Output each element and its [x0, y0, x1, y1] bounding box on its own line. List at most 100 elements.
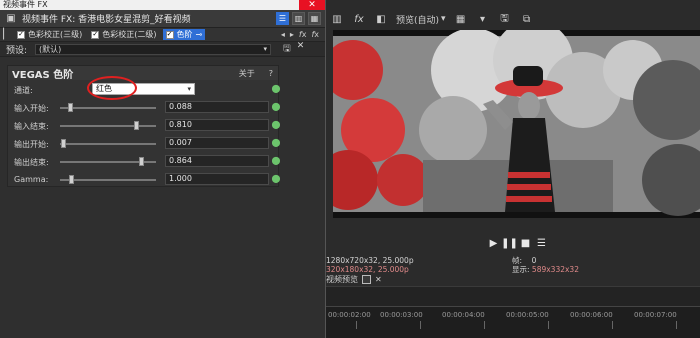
video-preview-tab[interactable]: 视频预览 ✕ — [326, 274, 382, 285]
help-button[interactable]: ? — [269, 69, 273, 78]
checkbox-icon[interactable]: ✓ — [165, 30, 174, 39]
tick-label: 00:00:03:00 — [380, 311, 423, 319]
window-titlebar[interactable]: 视频事件 FX ✕ — [0, 0, 325, 10]
video-event-fx-window: 视频事件 FX ✕ ▣ 视频事件 FX: 香港电影女星混剪_好看视频 ☰ ▥ ▦… — [0, 0, 326, 338]
close-icon[interactable]: ✕ — [375, 275, 382, 284]
frame-label: 帧: — [512, 256, 523, 265]
video-preview — [333, 30, 700, 218]
preset-value: (默认) — [39, 44, 62, 54]
slider-thumb[interactable] — [68, 103, 73, 112]
param-slider[interactable] — [60, 175, 156, 184]
split-screen-icon[interactable]: ◧ — [374, 12, 388, 26]
preview-quality-label: 预览(自动) — [396, 15, 440, 26]
chevron-down-icon: ▾ — [187, 85, 191, 93]
copy-snapshot-icon[interactable]: ⧉ — [520, 12, 534, 26]
tick-mark — [676, 321, 677, 329]
keyframe-icon[interactable]: ⬤ — [271, 102, 281, 112]
preview-info-right: 帧: 0 显示: 589x332x32 — [512, 256, 579, 274]
slider-thumb[interactable] — [69, 175, 74, 184]
frame-value: 0 — [531, 256, 537, 265]
slider-thumb[interactable] — [134, 121, 139, 130]
save-preset-icon[interactable]: 🖫 — [283, 41, 291, 57]
remove-fx-icon[interactable]: fx — [311, 30, 319, 39]
param-value-field[interactable]: 0.810 — [165, 119, 269, 131]
param-label: 输入开始: — [14, 104, 49, 113]
grid-icon[interactable]: ▦ — [454, 12, 468, 26]
window-title: 视频事件 FX — [3, 0, 48, 9]
play-icon[interactable]: ▶ — [488, 238, 499, 249]
preview-info-left: 1280x720x32, 25.000p 320x180x32, 25.000p — [326, 256, 414, 274]
window-icon[interactable] — [362, 275, 371, 284]
slider-thumb[interactable] — [61, 139, 66, 148]
close-button[interactable]: ✕ — [299, 0, 325, 10]
keyframe-icon[interactable]: ⬤ — [271, 120, 281, 130]
param-label: 输入结束: — [14, 122, 49, 131]
timeline-header — [326, 286, 700, 306]
slider-thumb[interactable] — [139, 157, 144, 166]
chain-end-icon: ⊸ — [195, 30, 203, 39]
param-slider[interactable] — [60, 103, 156, 112]
menu-icon[interactable]: ☰ — [536, 238, 547, 249]
preset-dropdown[interactable]: (默认) ▾ — [35, 43, 272, 55]
stop-icon[interactable]: ■ — [520, 238, 531, 249]
about-button[interactable]: 关于 — [239, 68, 255, 79]
view-grid-icon[interactable]: ▦ — [308, 12, 321, 25]
properties-icon[interactable]: ▥ — [330, 12, 344, 26]
checkbox-icon[interactable]: ✓ — [91, 30, 100, 39]
param-row: 输入结束: 0.810 ⬤ — [8, 117, 280, 134]
fx-chain-item-active[interactable]: ✓ 色阶 ⊸ — [162, 29, 206, 40]
tick-mark — [548, 321, 549, 329]
param-label: 输出开始: — [14, 140, 49, 149]
tick-label: 00:00:04:00 — [442, 311, 485, 319]
tick-label: 00:00:02:00 — [328, 311, 371, 319]
param-value-field[interactable]: 0.864 — [165, 155, 269, 167]
view-compact-icon[interactable]: ▥ — [292, 12, 305, 25]
scroll-right-icon[interactable]: ▸ — [290, 30, 294, 39]
view-list-icon[interactable]: ☰ — [276, 12, 289, 25]
delete-preset-icon[interactable]: ✕ — [297, 41, 305, 57]
scroll-left-icon[interactable]: ◂ — [281, 30, 285, 39]
fx-chain-label: 色阶 — [176, 30, 193, 39]
timeline-ruler[interactable]: 00:00:02:00 00:00:03:00 00:00:04:00 00:0… — [326, 306, 700, 338]
preset-label: 预设: — [6, 45, 28, 56]
param-slider[interactable] — [60, 121, 156, 130]
tab-label: 视频预览 — [326, 275, 358, 284]
red-circle-annotation — [87, 76, 137, 100]
chain-start-icon: ▏ — [3, 29, 11, 40]
display-label: 显示: — [512, 265, 530, 274]
fx-chain-item[interactable]: ✓ 色彩校正(三级) — [14, 29, 85, 40]
overlay-icon[interactable]: ▾ — [476, 12, 490, 26]
param-row: 输入开始: 0.088 ⬤ — [8, 99, 280, 116]
preview-toolbar: ▥ fx ◧ 预览(自动) ▾ ▦ ▾ 🖫 ⧉ — [326, 8, 700, 30]
tick-label: 00:00:07:00 — [634, 311, 677, 319]
param-value-field[interactable]: 1.000 — [165, 173, 269, 185]
param-label: Gamma: — [14, 175, 49, 184]
preset-row: 预设: (默认) ▾ 🖫 ✕ — [0, 41, 325, 57]
save-snapshot-icon[interactable]: 🖫 — [498, 12, 512, 26]
fx-chain-item[interactable]: ✓ 色彩校正(二级) — [88, 29, 159, 40]
plugin-header: VEGAS 色阶 关于 ? — [8, 66, 278, 81]
preview-quality-dropdown[interactable]: 预览(自动) ▾ — [396, 13, 446, 26]
param-row: 输出结束: 0.864 ⬤ — [8, 153, 280, 170]
plugin-panel: VEGAS 色阶 关于 ? 通道: 红色 ▾ ⬤ 输入开始: 0.088 ⬤ 输… — [7, 65, 281, 187]
keyframe-icon[interactable]: ⬤ — [271, 156, 281, 166]
tick-label: 00:00:06:00 — [570, 311, 613, 319]
keyframe-icon[interactable]: ⬤ — [271, 84, 281, 94]
tick-label: 00:00:05:00 — [506, 311, 549, 319]
param-value-field[interactable]: 0.007 — [165, 137, 269, 149]
keyframe-icon[interactable]: ⬤ — [271, 174, 281, 184]
param-slider[interactable] — [60, 139, 156, 148]
plugin-name: VEGAS 色阶 — [12, 69, 74, 81]
channel-label: 通道: — [14, 86, 33, 95]
event-icon: ▣ — [6, 13, 16, 24]
event-title: 视频事件 FX: 香港电影女星混剪_好看视频 — [22, 15, 191, 25]
param-value-field[interactable]: 0.088 — [165, 101, 269, 113]
add-fx-icon[interactable]: fx — [299, 30, 307, 39]
param-slider[interactable] — [60, 157, 156, 166]
keyframe-icon[interactable]: ⬤ — [271, 138, 281, 148]
fx-icon[interactable]: fx — [352, 12, 366, 26]
pause-icon[interactable]: ❚❚ — [501, 238, 518, 249]
checkbox-icon[interactable]: ✓ — [17, 30, 25, 39]
param-label: 输出结束: — [14, 158, 49, 167]
fx-chain-label: 色彩校正(二级) — [102, 30, 157, 39]
